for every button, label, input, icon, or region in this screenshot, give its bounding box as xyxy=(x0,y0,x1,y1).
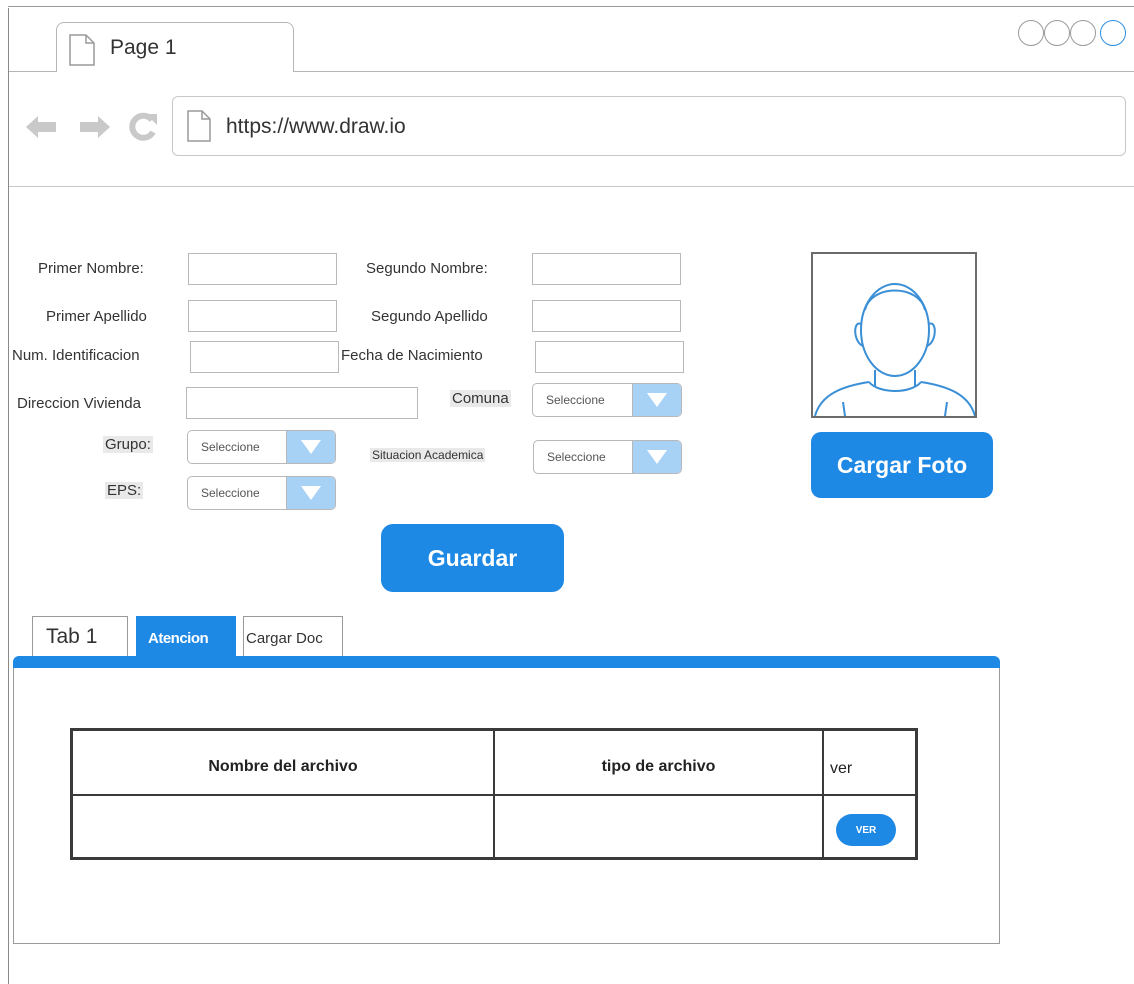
tab-strip-line xyxy=(9,71,56,72)
window-control-circle[interactable] xyxy=(1070,20,1096,46)
comuna-label: Comuna xyxy=(450,390,511,407)
chevron-down-icon xyxy=(632,384,681,416)
user-avatar-icon xyxy=(814,283,976,417)
profile-photo xyxy=(811,252,977,418)
back-arrow-icon[interactable] xyxy=(24,114,58,140)
num-identificacion-label: Num. Identificacion xyxy=(12,347,140,364)
window-left-border xyxy=(8,8,9,984)
window-control-circle[interactable] xyxy=(1100,20,1126,46)
window-control-circle[interactable] xyxy=(1018,20,1044,46)
tab-cargar-doc[interactable]: Cargar Doc xyxy=(243,616,343,656)
address-bar-url: https://www.draw.io xyxy=(226,115,406,138)
guardar-button[interactable]: Guardar xyxy=(381,524,564,592)
grupo-label: Grupo: xyxy=(103,436,153,453)
eps-select-value: Seleccione xyxy=(201,486,260,500)
primer-nombre-label: Primer Nombre: xyxy=(38,260,144,277)
cargar-foto-button[interactable]: Cargar Foto xyxy=(811,432,993,498)
table-header-nombre: Nombre del archivo xyxy=(208,758,358,775)
chevron-down-icon xyxy=(286,431,335,463)
chevron-down-icon xyxy=(286,477,335,509)
tab-label: Cargar Doc xyxy=(246,630,323,647)
tab-label: Tab 1 xyxy=(46,625,98,648)
tab-atencion[interactable]: Atencion xyxy=(136,616,236,656)
grupo-select-value: Seleccione xyxy=(201,440,260,454)
toolbar-separator xyxy=(9,186,1134,187)
primer-nombre-input[interactable] xyxy=(188,253,337,285)
ver-button[interactable]: VER xyxy=(836,814,896,846)
tab-tab-1[interactable]: Tab 1 xyxy=(32,616,128,656)
segundo-apellido-input[interactable] xyxy=(532,300,681,332)
comuna-select-value: Seleccione xyxy=(546,393,605,407)
direccion-vivienda-label: Direccion Vivienda xyxy=(17,395,141,412)
primer-apellido-input[interactable] xyxy=(188,300,337,332)
window-top-border xyxy=(8,6,1134,7)
eps-select[interactable]: Seleccione xyxy=(187,476,336,510)
primer-apellido-label: Primer Apellido xyxy=(46,308,147,325)
segundo-apellido-label: Segundo Apellido xyxy=(371,308,488,325)
segundo-nombre-input[interactable] xyxy=(532,253,681,285)
fecha-nacimiento-input[interactable] xyxy=(535,341,684,373)
forward-arrow-icon[interactable] xyxy=(78,114,112,140)
reload-icon[interactable] xyxy=(126,110,160,144)
page-icon xyxy=(187,110,211,142)
tab-label: Atencion xyxy=(148,630,209,647)
table-column-divider xyxy=(822,728,824,860)
table-cell-nombre xyxy=(73,796,493,857)
eps-label: EPS: xyxy=(105,482,144,499)
chevron-down-icon xyxy=(632,441,681,473)
table-cell-tipo xyxy=(495,796,822,857)
grupo-select[interactable]: Seleccione xyxy=(187,430,336,464)
fecha-nacimiento-label: Fecha de Nacimiento xyxy=(341,347,483,364)
direccion-vivienda-input[interactable] xyxy=(186,387,418,419)
table-header-tipo: tipo de archivo xyxy=(601,758,716,775)
tab-panel-header-bar xyxy=(13,656,1000,668)
page-icon xyxy=(69,34,95,66)
table-header-ver: ver xyxy=(830,760,853,777)
comuna-select[interactable]: Seleccione xyxy=(532,383,682,417)
num-identificacion-input[interactable] xyxy=(190,341,339,373)
tab-strip-line xyxy=(294,71,1134,72)
segundo-nombre-label: Segundo Nombre: xyxy=(366,260,488,277)
situacion-academica-select[interactable]: Seleccione xyxy=(533,440,682,474)
browser-tab-title: Page 1 xyxy=(110,36,177,59)
situacion-academica-select-value: Seleccione xyxy=(547,450,606,464)
window-control-circle[interactable] xyxy=(1044,20,1070,46)
situacion-academica-label: Situacion Academica xyxy=(370,448,486,462)
